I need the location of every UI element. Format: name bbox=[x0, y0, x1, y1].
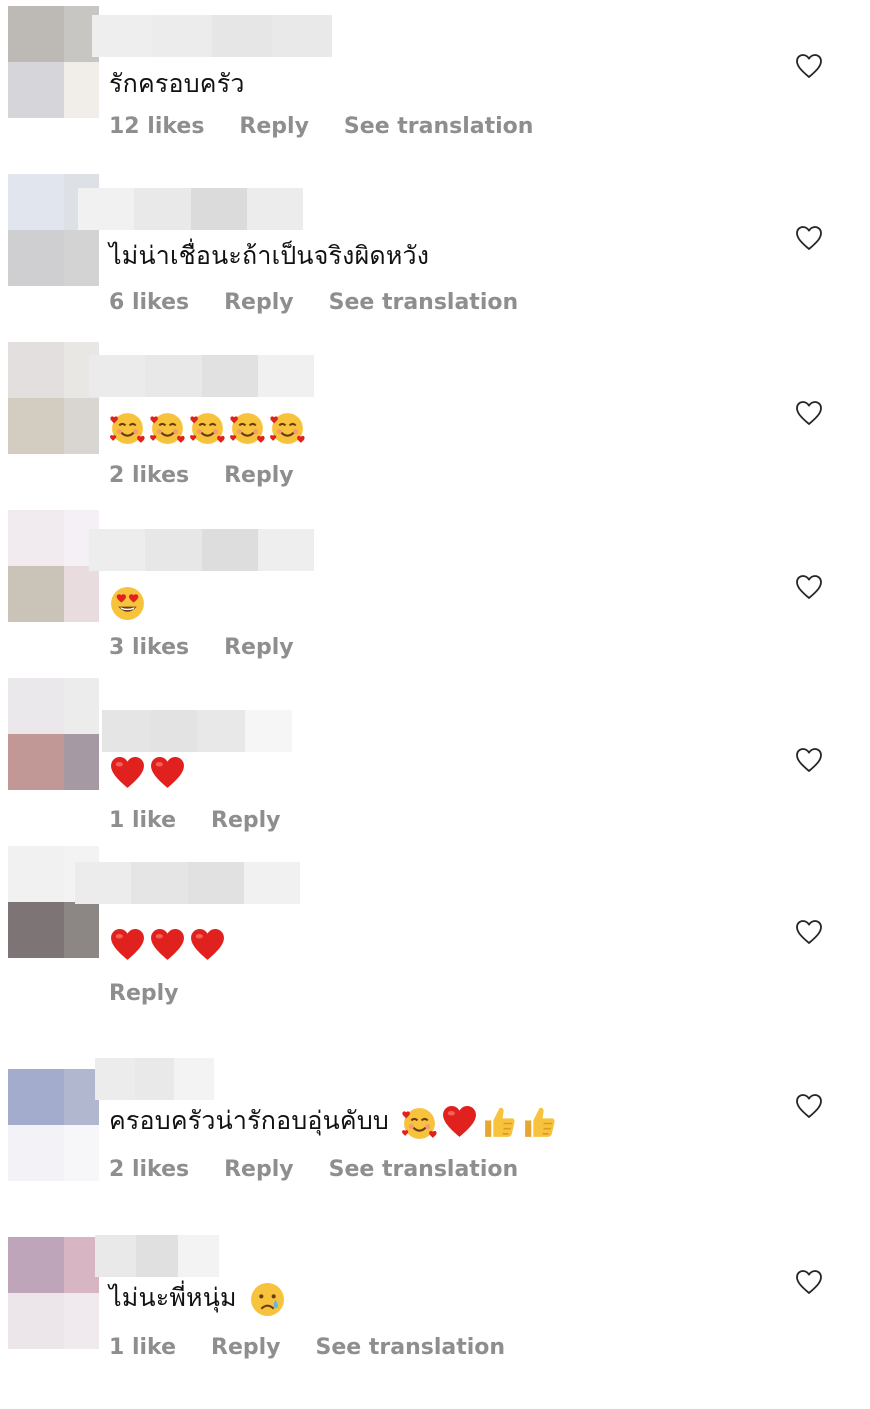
smiling-hearts-emoji-icon bbox=[109, 409, 146, 446]
comment-meta: 3 likes Reply bbox=[109, 633, 329, 663]
comment-text bbox=[109, 582, 149, 622]
reply-button[interactable]: Reply bbox=[211, 1333, 281, 1363]
likes-count[interactable]: 2 likes bbox=[109, 1155, 189, 1185]
likes-count[interactable]: 3 likes bbox=[109, 633, 189, 663]
comment-row: ไม่น่าเชื่อนะถ้าเป็นจริงผิดหวัง 6 likes Re… bbox=[0, 174, 870, 346]
see-translation-button[interactable]: See translation bbox=[344, 112, 534, 142]
thumbs-up-emoji-icon bbox=[481, 1104, 518, 1141]
username-blurred[interactable] bbox=[89, 529, 314, 571]
smiling-hearts-emoji-icon bbox=[269, 409, 306, 446]
avatar[interactable] bbox=[8, 1237, 99, 1349]
comment-row: 2 likes Reply bbox=[0, 342, 870, 514]
comment-text: ครอบครัวน่ารักอบอุ่นคับบ bbox=[109, 1101, 561, 1141]
red-heart-emoji-icon bbox=[109, 755, 146, 792]
comment-text bbox=[109, 406, 309, 446]
avatar[interactable] bbox=[8, 6, 99, 118]
red-heart-emoji-icon bbox=[441, 1104, 478, 1141]
reply-button[interactable]: Reply bbox=[224, 461, 294, 491]
red-heart-emoji-icon bbox=[149, 927, 186, 964]
likes-count[interactable]: 1 like bbox=[109, 1333, 176, 1363]
see-translation-button[interactable]: See translation bbox=[316, 1333, 506, 1363]
avatar[interactable] bbox=[8, 678, 99, 790]
like-heart-icon[interactable] bbox=[795, 1093, 823, 1119]
smiling-hearts-emoji-icon bbox=[229, 409, 266, 446]
red-heart-emoji-icon bbox=[149, 755, 186, 792]
comment-text: ไม่น่าเชื่อนะถ้าเป็นจริงผิดหวัง bbox=[109, 236, 429, 276]
comment-row: Reply bbox=[0, 846, 870, 1018]
comment-row: รักครอบครัว 12 likes Reply See translation bbox=[0, 6, 870, 178]
thumbs-up-emoji-icon bbox=[521, 1104, 558, 1141]
like-heart-icon[interactable] bbox=[795, 225, 823, 251]
reply-button[interactable]: Reply bbox=[239, 112, 309, 142]
username-blurred[interactable] bbox=[95, 1235, 260, 1277]
reply-button[interactable]: Reply bbox=[224, 288, 294, 318]
reply-button[interactable]: Reply bbox=[109, 979, 179, 1009]
comment-meta: 1 like Reply bbox=[109, 806, 316, 836]
comment-meta: Reply bbox=[109, 979, 214, 1009]
avatar[interactable] bbox=[8, 510, 99, 622]
like-heart-icon[interactable] bbox=[795, 574, 823, 600]
username-blurred[interactable] bbox=[95, 1058, 253, 1100]
crying-face-emoji-icon bbox=[249, 1281, 286, 1318]
username-blurred[interactable] bbox=[89, 355, 314, 397]
comment-text-label: ไม่นะพี่หนุ่ม bbox=[109, 1283, 237, 1312]
see-translation-button[interactable]: See translation bbox=[329, 1155, 519, 1185]
likes-count[interactable]: 12 likes bbox=[109, 112, 204, 142]
comment-text-label: ครอบครัวน่ารักอบอุ่นคับบ bbox=[109, 1106, 389, 1135]
red-heart-emoji-icon bbox=[109, 927, 146, 964]
like-heart-icon[interactable] bbox=[795, 747, 823, 773]
smiling-hearts-emoji-icon bbox=[149, 409, 186, 446]
red-heart-emoji-icon bbox=[189, 927, 226, 964]
smiling-hearts-emoji-icon bbox=[401, 1104, 438, 1141]
reply-button[interactable]: Reply bbox=[211, 806, 281, 836]
username-blurred[interactable] bbox=[102, 710, 292, 752]
comment-meta: 1 like Reply See translation bbox=[109, 1333, 540, 1363]
smiling-hearts-emoji-icon bbox=[189, 409, 226, 446]
comment-text: รักครอบครัว bbox=[109, 64, 245, 104]
comment-text: ไม่นะพี่หนุ่ม bbox=[109, 1278, 289, 1318]
comment-row: ไม่นะพี่หนุ่ม 1 like Reply See translation bbox=[0, 1235, 870, 1409]
comment-row: 1 like Reply bbox=[0, 678, 870, 850]
comment-text-label: รักครอบครัว bbox=[109, 69, 245, 98]
likes-count[interactable]: 6 likes bbox=[109, 288, 189, 318]
comment-text bbox=[109, 924, 229, 964]
like-heart-icon[interactable] bbox=[795, 919, 823, 945]
like-heart-icon[interactable] bbox=[795, 400, 823, 426]
likes-count[interactable]: 2 likes bbox=[109, 461, 189, 491]
username-blurred[interactable] bbox=[75, 862, 300, 904]
like-heart-icon[interactable] bbox=[795, 1269, 823, 1295]
heart-eyes-emoji-icon bbox=[109, 585, 146, 622]
comment-meta: 2 likes Reply See translation bbox=[109, 1155, 553, 1185]
avatar[interactable] bbox=[8, 342, 99, 454]
like-heart-icon[interactable] bbox=[795, 53, 823, 79]
reply-button[interactable]: Reply bbox=[224, 633, 294, 663]
comment-row: ครอบครัวน่ารักอบอุ่นคับบ 2 likes Reply See … bbox=[0, 1058, 870, 1241]
username-blurred[interactable] bbox=[78, 188, 303, 230]
username-blurred[interactable] bbox=[92, 15, 332, 57]
comment-meta: 12 likes Reply See translation bbox=[109, 112, 568, 142]
likes-count[interactable]: 1 like bbox=[109, 806, 176, 836]
comment-meta: 2 likes Reply bbox=[109, 461, 329, 491]
comment-text bbox=[109, 752, 189, 792]
see-translation-button[interactable]: See translation bbox=[329, 288, 519, 318]
reply-button[interactable]: Reply bbox=[224, 1155, 294, 1185]
avatar[interactable] bbox=[8, 1069, 99, 1181]
comment-row: 3 likes Reply bbox=[0, 510, 870, 682]
comment-meta: 6 likes Reply See translation bbox=[109, 288, 553, 318]
comment-text-label: ไม่น่าเชื่อนะถ้าเป็นจริงผิดหวัง bbox=[109, 241, 430, 270]
